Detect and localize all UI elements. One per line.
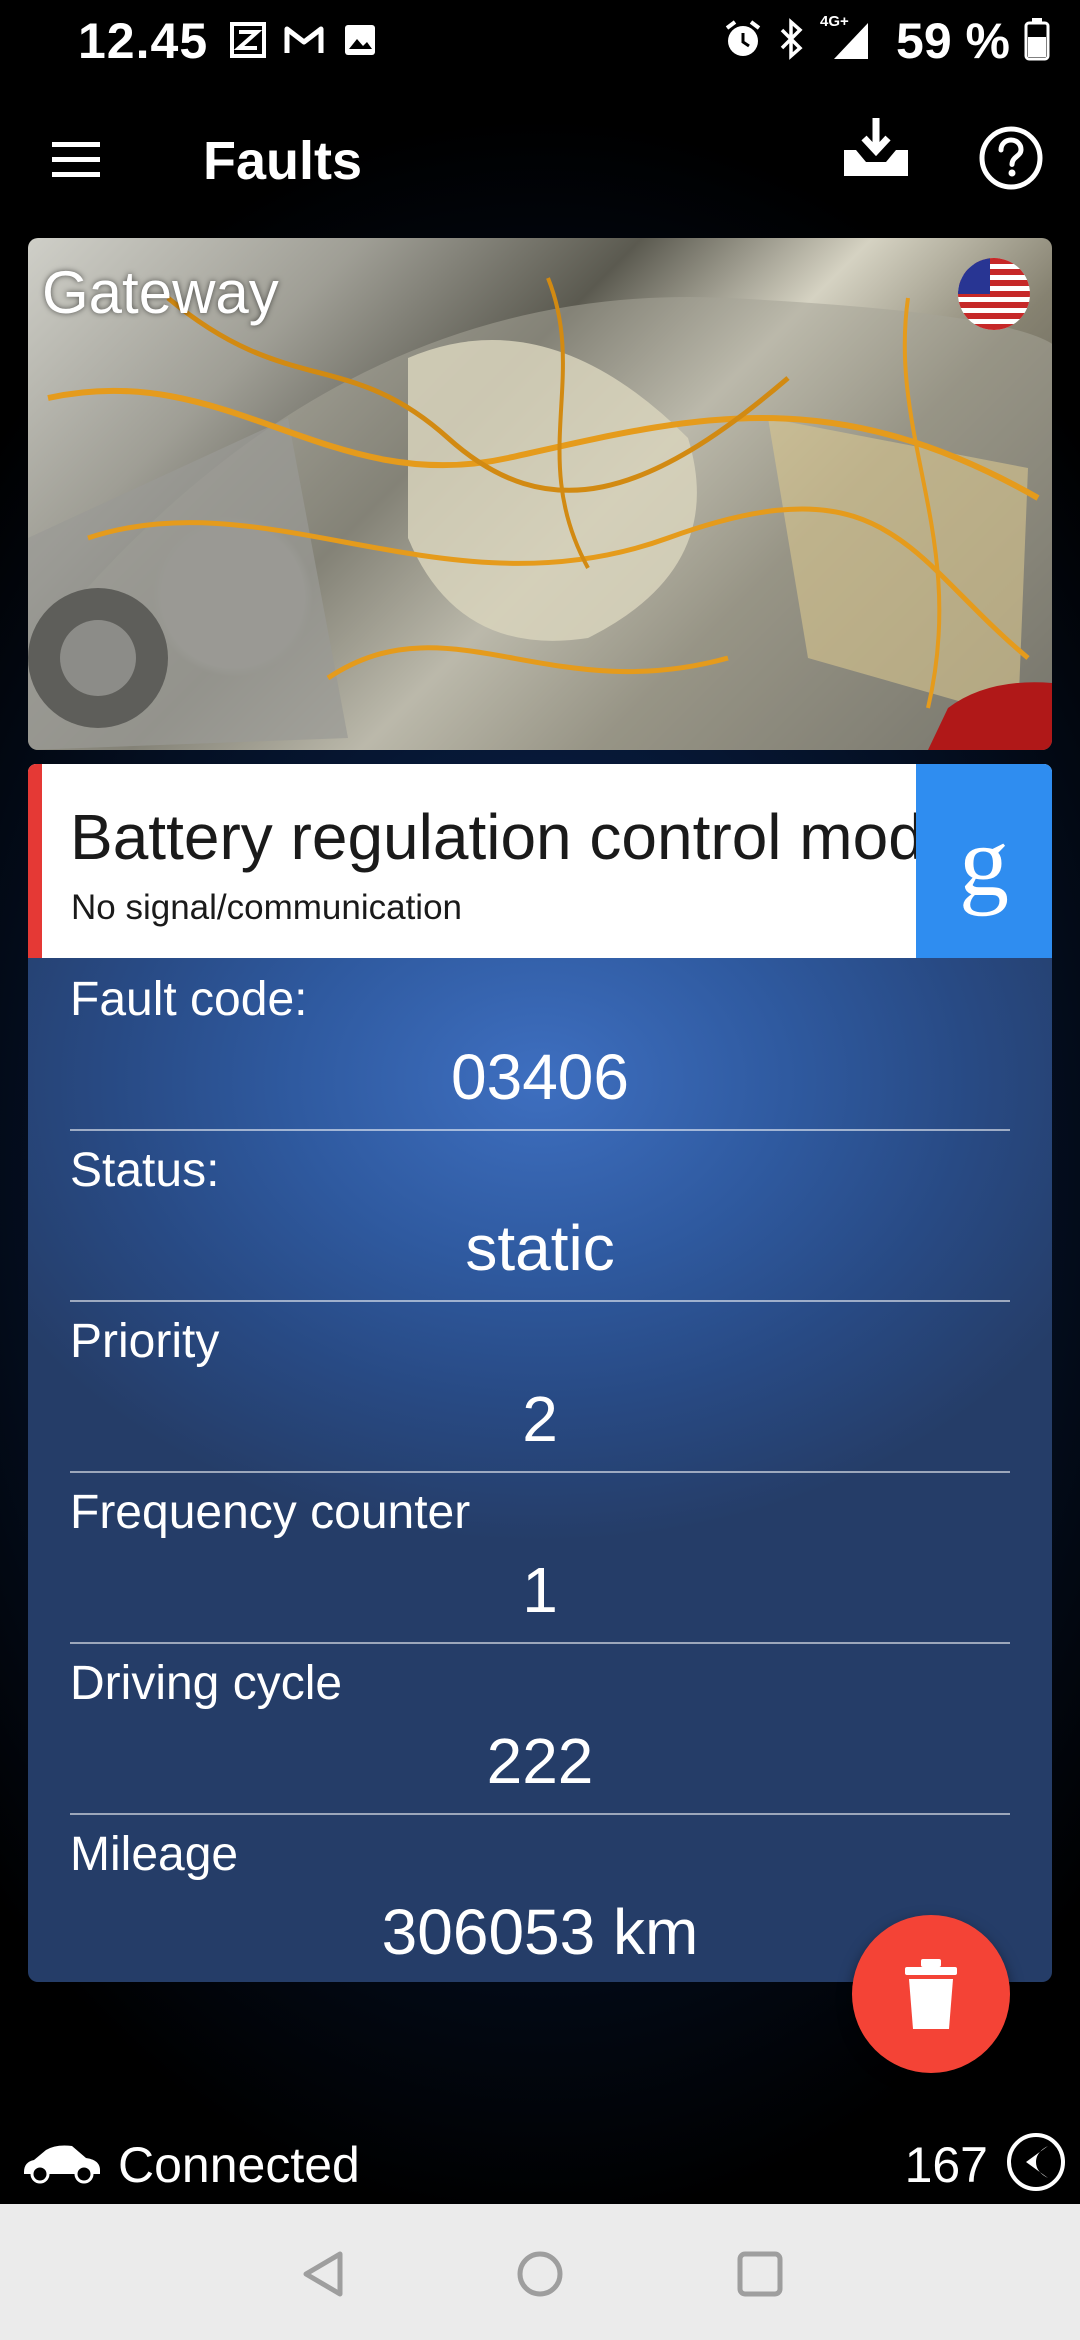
fault-severity-stripe <box>28 764 42 958</box>
detail-row-frequency-counter: Frequency counter 1 <box>70 1471 1010 1644</box>
zedge-icon <box>228 20 268 60</box>
status-time: 12.45 <box>78 13 209 69</box>
home-circle-icon <box>517 2251 563 2297</box>
help-button[interactable] <box>978 125 1044 191</box>
help-icon <box>979 126 1043 190</box>
google-search-button[interactable]: g <box>916 764 1052 958</box>
detail-label: Mileage <box>70 1828 239 1881</box>
gmail-icon <box>284 20 324 60</box>
fault-description: No signal/communication <box>71 888 463 927</box>
recents-square-icon <box>737 2251 783 2297</box>
trash-icon <box>905 1959 957 2029</box>
system-nav-bar <box>0 2204 1080 2340</box>
google-icon: g <box>959 805 1009 917</box>
detail-label: Status: <box>70 1144 220 1197</box>
detail-row-priority: Priority 2 <box>70 1300 1010 1473</box>
connection-status: Connected <box>118 2137 360 2193</box>
page-title: Faults <box>203 131 363 191</box>
detail-value: 222 <box>486 1725 594 1797</box>
fault-details: Fault code: 03406 Status: static Priorit… <box>28 958 1052 1982</box>
recents-button[interactable] <box>732 2246 788 2302</box>
status-system-icons: 4G+ 59 % <box>722 12 1050 70</box>
detail-value: static <box>465 1212 615 1284</box>
session-count: 167 <box>904 2137 988 2193</box>
fault-name: Battery regulation control module <box>70 801 930 873</box>
us-flag-icon[interactable] <box>958 258 1030 330</box>
detail-value: 03406 <box>451 1041 629 1113</box>
detail-value: 1 <box>522 1554 558 1626</box>
alarm-icon <box>722 18 764 65</box>
home-button[interactable] <box>512 2246 568 2302</box>
signal-icon: 4G+ <box>820 13 872 66</box>
detail-row-fault-code: Fault code: 03406 <box>70 958 1010 1131</box>
menu-button[interactable] <box>40 130 112 190</box>
detail-row-driving-cycle: Driving cycle 222 <box>70 1642 1010 1815</box>
hamburger-icon <box>52 142 100 177</box>
detail-label: Fault code: <box>70 973 308 1026</box>
module-image-card[interactable]: Gateway <box>28 238 1052 750</box>
connection-footer: Connected 167 <box>0 2120 1080 2204</box>
network-type: 4G+ <box>820 12 849 30</box>
battery-percent: 59 % <box>896 13 1010 69</box>
detail-label: Driving cycle <box>70 1657 343 1710</box>
delete-fault-button[interactable] <box>852 1915 1010 2073</box>
bluetooth-icon <box>778 17 806 65</box>
status-notification-icons <box>228 20 380 60</box>
detail-row-status: Status: static <box>70 1129 1010 1302</box>
image-icon <box>340 20 380 60</box>
detail-label: Frequency counter <box>70 1486 471 1539</box>
download-tray-icon <box>844 118 908 176</box>
back-triangle-icon <box>303 2251 343 2297</box>
detail-value: 2 <box>522 1383 558 1455</box>
fault-header: Battery regulation control module No sig… <box>28 764 1052 958</box>
module-title: Gateway <box>42 259 279 326</box>
app-logo-icon <box>1007 2133 1065 2191</box>
car-icon <box>24 2145 100 2184</box>
back-button[interactable] <box>296 2246 352 2302</box>
status-bar: 12.45 4G+ 59 % <box>0 0 1080 80</box>
battery-icon <box>1024 17 1050 66</box>
app-bar: Faults <box>0 80 1080 240</box>
detail-label: Priority <box>70 1315 220 1368</box>
save-report-button[interactable] <box>840 114 912 194</box>
